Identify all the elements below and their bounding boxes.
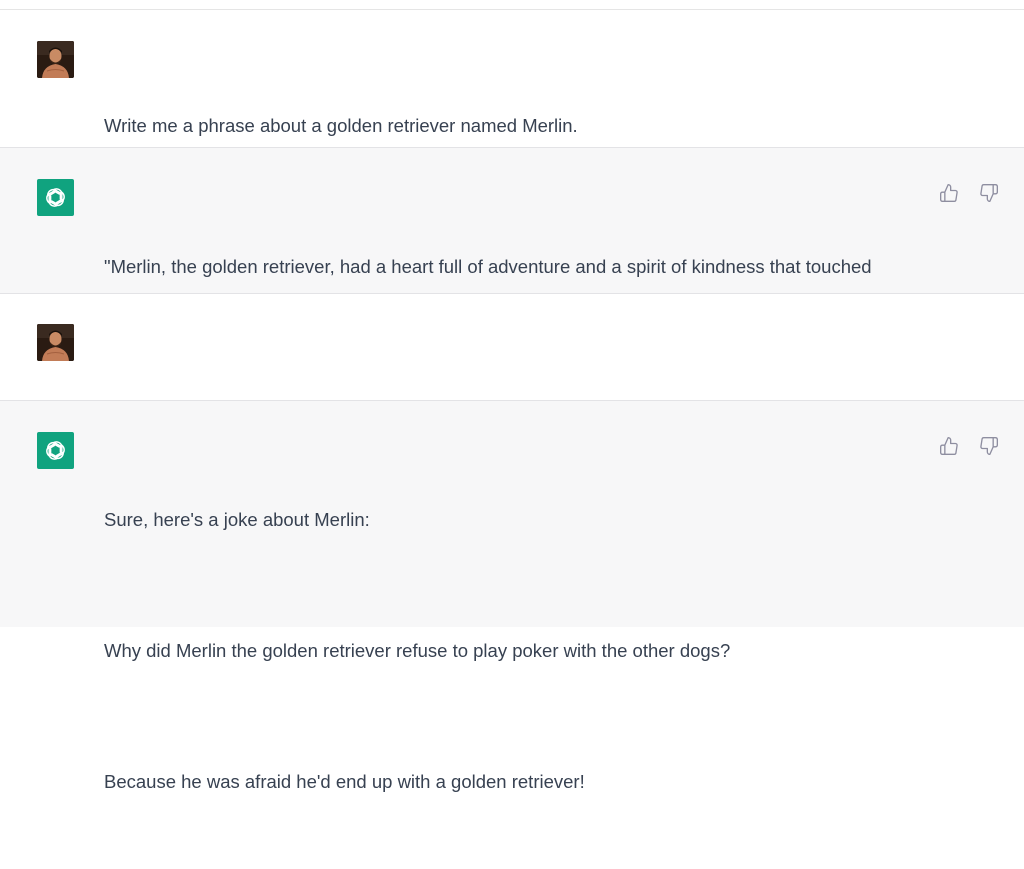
openai-logo-icon: [46, 188, 65, 207]
feedback-actions: [938, 182, 1000, 204]
message-paragraph: Because he was afraid he'd end up with a…: [104, 771, 585, 792]
feedback-actions: [938, 435, 1000, 457]
thumbs-down-icon: [980, 436, 998, 455]
message-row-user: Tell me a joke about him: [0, 293, 1024, 421]
user-avatar: [37, 41, 74, 78]
message-row-assistant: "Merlin, the golden retriever, had a hea…: [0, 147, 1024, 312]
assistant-avatar: [37, 179, 74, 216]
thumbs-up-icon: [940, 184, 958, 202]
user-photo-avatar: [37, 324, 74, 361]
thumbs-up-icon: [940, 437, 958, 455]
message-row-assistant: Sure, here's a joke about Merlin: Why di…: [0, 400, 1024, 792]
user-photo-avatar: [37, 41, 74, 78]
user-avatar: [37, 324, 74, 361]
message-text: Sure, here's a joke about Merlin: Why di…: [104, 432, 894, 869]
message-paragraph: Write me a phrase about a golden retriev…: [104, 115, 578, 136]
message-paragraph: Sure, here's a joke about Merlin:: [104, 509, 370, 530]
message-paragraph: Why did Merlin the golden retriever refu…: [104, 640, 731, 661]
thumbs-down-icon: [980, 183, 998, 202]
assistant-avatar: [37, 432, 74, 469]
thumbs-up-button[interactable]: [938, 182, 960, 204]
thumbs-down-button[interactable]: [978, 435, 1000, 457]
openai-logo-icon: [46, 441, 65, 460]
thumbs-up-button[interactable]: [938, 435, 960, 457]
thumbs-down-button[interactable]: [978, 182, 1000, 204]
message-row-user: Write me a phrase about a golden retriev…: [0, 10, 1024, 147]
